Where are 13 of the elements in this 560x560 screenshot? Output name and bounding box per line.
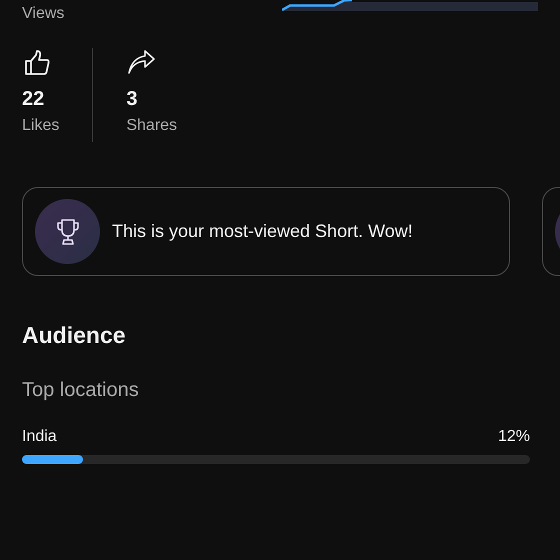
stat-label: Shares [126, 116, 178, 136]
location-name: India [22, 426, 57, 446]
thumbs-up-icon [22, 48, 52, 78]
stat-value: 3 [126, 88, 138, 110]
location-percent: 12% [498, 426, 530, 446]
subsection-heading: Top locations [22, 378, 140, 402]
highlight-text: This is your most-viewed Short. Wow! [112, 220, 413, 243]
stat-label: Likes [22, 116, 60, 136]
stat-value: 22 [22, 88, 44, 110]
views-label: Views [22, 6, 64, 24]
trophy-icon [54, 216, 80, 246]
section-heading: Audience [22, 321, 127, 350]
highlight-card[interactable]: This is your most-viewed Short. Wow! [22, 187, 510, 276]
